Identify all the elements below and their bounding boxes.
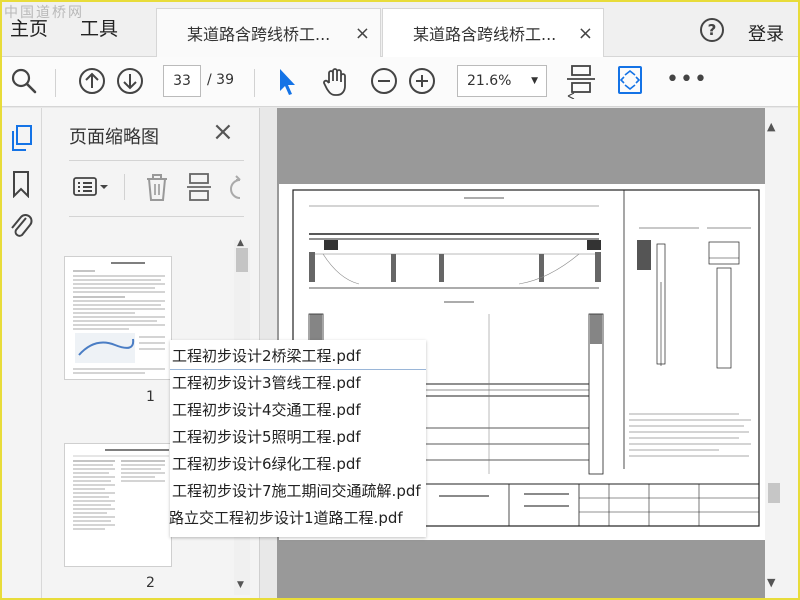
file-list-item[interactable]: 工程初步设计2桥梁工程.pdf <box>170 343 426 370</box>
divider <box>69 160 244 161</box>
select-pointer-icon[interactable] <box>276 67 300 97</box>
document-tab-1[interactable]: 某道路含跨线桥工... × <box>156 8 381 57</box>
close-icon[interactable]: × <box>578 23 593 44</box>
vertical-scrollbar[interactable]: ▲ ▼ <box>765 108 800 600</box>
zoom-in-icon[interactable] <box>408 67 436 95</box>
thumbnail-options-icon[interactable] <box>72 174 112 200</box>
file-list-item[interactable]: 工程初步设计3管线工程.pdf <box>170 370 426 397</box>
pages-icon[interactable] <box>10 124 34 154</box>
scrollbar-thumb[interactable] <box>236 248 248 272</box>
bookmark-icon[interactable] <box>11 170 31 198</box>
page-thumbnail[interactable] <box>64 443 172 567</box>
scroll-up-icon[interactable]: ▲ <box>767 120 775 133</box>
divider <box>69 216 244 217</box>
page-number-input[interactable]: 33 <box>163 65 201 97</box>
zoom-out-icon[interactable] <box>370 67 398 95</box>
document-tab-label: 某道路含跨线桥工... <box>413 25 557 44</box>
undo-icon[interactable] <box>226 174 246 202</box>
toolbar-separator <box>254 69 255 97</box>
search-icon[interactable] <box>10 67 38 95</box>
extract-icon[interactable] <box>186 172 212 202</box>
zoom-value: 21.6% <box>467 73 512 89</box>
menu-home[interactable]: 主页 <box>10 14 48 41</box>
fit-page-icon[interactable] <box>616 65 644 95</box>
document-tab-label: 某道路含跨线桥工... <box>187 25 331 44</box>
file-list-item[interactable]: 路立交工程初步设计1道路工程.pdf <box>167 505 426 532</box>
scrollbar-thumb[interactable] <box>768 483 780 503</box>
file-list-popup: 工程初步设计2桥梁工程.pdf 工程初步设计3管线工程.pdf 工程初步设计4交… <box>167 340 426 537</box>
file-list-item[interactable]: 工程初步设计5照明工程.pdf <box>170 424 426 451</box>
page-thumbnail[interactable] <box>64 256 172 380</box>
thumbnail-preview <box>73 262 165 374</box>
page-down-icon[interactable] <box>116 67 144 95</box>
panel-title: 页面缩略图 <box>69 127 159 148</box>
panel-toolbar <box>42 170 260 210</box>
thumbnail-preview <box>73 449 169 530</box>
close-icon[interactable]: × <box>212 119 234 145</box>
zoom-select[interactable]: 21.6% ▼ <box>457 65 547 97</box>
thumbnail-page-number: 1 <box>146 389 155 405</box>
thumbnail-page-number: 2 <box>146 575 155 591</box>
close-icon[interactable]: × <box>355 23 370 44</box>
login-button[interactable]: 登录 <box>748 20 784 46</box>
more-icon[interactable]: ••• <box>666 67 708 92</box>
page-up-icon[interactable] <box>78 67 106 95</box>
scroll-up-icon[interactable]: ▲ <box>237 238 244 248</box>
chevron-down-icon: ▼ <box>531 76 538 86</box>
scroll-down-icon[interactable]: ▼ <box>237 580 244 590</box>
toolbar: 33 / 39 21.6% ▼ ••• <box>0 57 800 107</box>
scroll-down-icon[interactable]: ▼ <box>767 576 775 589</box>
scroll-mode-icon[interactable] <box>566 65 596 99</box>
file-list-item[interactable]: 工程初步设计4交通工程.pdf <box>170 397 426 424</box>
menu-tools[interactable]: 工具 <box>80 14 118 41</box>
tab-bar: 中国道桥网 主页 工具 某道路含跨线桥工... × 某道路含跨线桥工... × … <box>0 0 800 57</box>
toolbar-separator <box>124 174 125 200</box>
toolbar-separator <box>55 69 56 97</box>
attachment-icon[interactable] <box>8 212 34 242</box>
hand-tool-icon[interactable] <box>320 67 350 97</box>
file-list-item[interactable]: 工程初步设计7施工期间交通疏解.pdf <box>170 478 426 505</box>
page-total: / 39 <box>207 72 234 88</box>
document-tab-2[interactable]: 某道路含跨线桥工... × <box>382 8 604 57</box>
help-icon[interactable]: ? <box>700 18 724 42</box>
file-list-item[interactable]: 工程初步设计6绿化工程.pdf <box>170 451 426 478</box>
delete-icon[interactable] <box>144 172 170 202</box>
left-rail <box>0 108 42 600</box>
